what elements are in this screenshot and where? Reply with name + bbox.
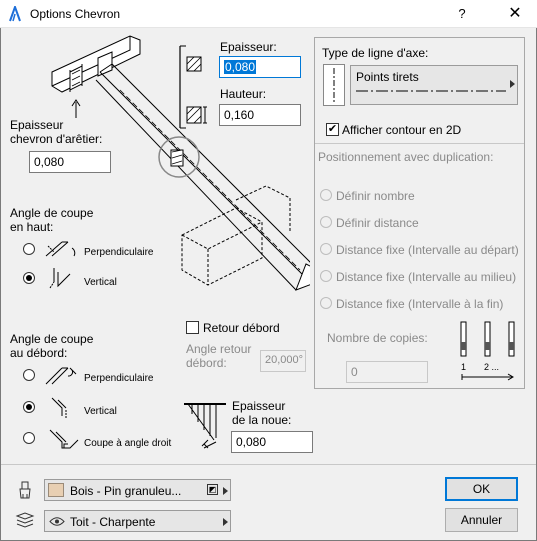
valley-thickness-input[interactable]: 0,080 <box>231 431 313 453</box>
valley-thickness-label-1: Epaisseur <box>232 399 286 413</box>
return-overhang-checkbox[interactable] <box>186 321 199 334</box>
thickness-label: Epaisseur: <box>220 40 277 54</box>
help-button[interactable]: ? <box>447 4 477 24</box>
overhang-vertical-icon <box>51 397 67 418</box>
axis-line-icon <box>323 64 345 106</box>
overhang-cut-perpendicular-radio[interactable] <box>23 369 35 381</box>
ok-button[interactable]: OK <box>445 477 518 501</box>
positioning-radio-4[interactable] <box>320 270 332 282</box>
valley-thickness-icon <box>184 403 226 449</box>
positioning-option-5: Distance fixe (Intervalle à la fin) <box>336 297 504 311</box>
group-divider <box>315 143 524 144</box>
layer-value: Toit - Charpente <box>70 515 156 529</box>
top-cut-vertical-label: Vertical <box>84 277 117 288</box>
positioning-option-1: Définir nombre <box>336 189 415 203</box>
bottom-divider <box>1 464 536 465</box>
eye-icon <box>49 517 65 526</box>
window-title: Options Chevron <box>30 7 121 21</box>
positioning-radio-5[interactable] <box>320 297 332 309</box>
height-label: Hauteur: <box>220 87 267 101</box>
ridge-thickness-input[interactable]: 0,080 <box>29 151 111 173</box>
valley-thickness-label-2: de la noue: <box>232 413 292 427</box>
archicad-app-icon <box>9 6 21 22</box>
overhang-perpendicular-icon <box>45 367 77 385</box>
return-angle-label-1: Angle retour <box>186 342 252 356</box>
copies-axis-arrow <box>461 373 514 381</box>
top-cut-perpendicular-radio[interactable] <box>23 243 35 255</box>
square-cut-icon <box>49 429 79 449</box>
close-button[interactable]: ✕ <box>500 4 530 24</box>
material-picker-icon: ◩ <box>207 484 218 495</box>
top-cut-perpendicular-label: Perpendiculaire <box>84 247 154 258</box>
positioning-option-3: Distance fixe (Intervalle au départ) <box>336 243 519 257</box>
line-type-value: Points tirets <box>356 70 419 84</box>
top-cut-label-2: en haut: <box>10 220 54 234</box>
overhang-cut-vertical-label: Vertical <box>84 406 117 417</box>
material-popup[interactable]: Bois - Pin granuleu... ◩ <box>44 479 231 501</box>
positioning-label: Positionnement avec duplication: <box>318 150 494 164</box>
thickness-input[interactable]: 0,080 <box>219 56 301 78</box>
thickness-icon <box>186 56 202 72</box>
thickness-value: 0,080 <box>224 60 257 74</box>
perpendicular-cut-icon <box>45 241 76 257</box>
line-type-popup[interactable]: Points tirets <box>350 65 518 105</box>
overhang-cut-vertical-radio[interactable] <box>23 401 35 413</box>
axis-line-type-label: Type de ligne d'axe: <box>322 46 429 60</box>
top-cut-label-1: Angle de coupe <box>10 206 94 220</box>
material-arrow-icon <box>223 487 228 495</box>
return-angle-input[interactable]: 20,000° <box>260 350 306 372</box>
overhang-cut-perpendicular-label: Perpendiculaire <box>84 373 154 384</box>
layer-arrow-icon <box>223 518 228 526</box>
positioning-radio-3[interactable] <box>320 243 332 255</box>
layer-popup[interactable]: Toit - Charpente <box>44 510 231 532</box>
cancel-button[interactable]: Annuler <box>445 508 518 532</box>
dash-dot-line-preview <box>356 90 506 92</box>
height-input[interactable]: 0,160 <box>219 104 301 126</box>
overhang-cut-square-radio[interactable] <box>23 432 35 444</box>
ridge-thickness-label-1: Epaisseur <box>10 118 64 132</box>
material-swatch <box>48 483 64 497</box>
positioning-radio-2[interactable] <box>320 216 332 228</box>
positioning-option-4: Distance fixe (Intervalle au milieu) <box>336 270 517 284</box>
copies-label: Nombre de copies: <box>327 331 428 345</box>
copies-diagram-icon <box>460 321 515 357</box>
overhang-cut-label-1: Angle de coupe <box>10 332 94 346</box>
positioning-radio-1[interactable] <box>320 189 332 201</box>
height-icon <box>186 106 207 124</box>
copies-input[interactable]: 0 <box>346 361 428 383</box>
show-outline-label: Afficher contour en 2D <box>342 123 462 137</box>
material-brush-icon <box>19 481 31 499</box>
material-value: Bois - Pin granuleu... <box>70 484 182 498</box>
overhang-cut-label-2: au débord: <box>10 346 68 360</box>
ridge-thickness-label-2: chevron d'arêtier: <box>10 132 103 146</box>
positioning-option-2: Définir distance <box>336 216 419 230</box>
popup-arrow-icon <box>510 80 515 88</box>
vertical-cut-icon <box>49 268 71 289</box>
show-outline-checkbox[interactable]: ✔ <box>326 123 339 136</box>
layers-icon <box>15 512 35 528</box>
return-angle-label-2: débord: <box>186 356 227 370</box>
return-overhang-label: Retour débord <box>203 321 280 335</box>
overhang-cut-square-label: Coupe à angle droit <box>84 438 172 449</box>
top-cut-vertical-radio[interactable] <box>23 272 35 284</box>
